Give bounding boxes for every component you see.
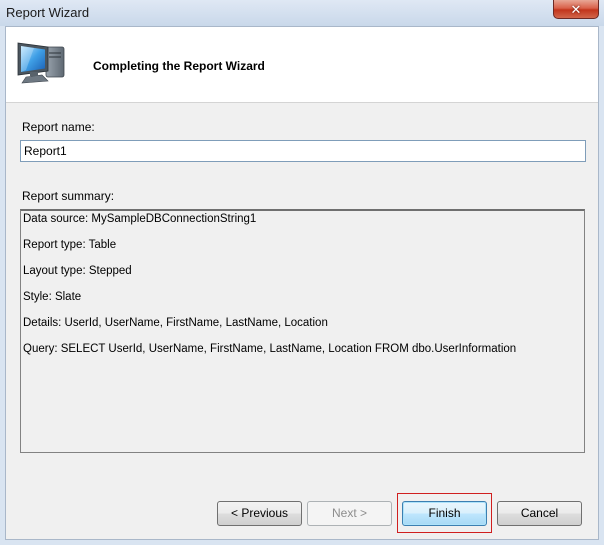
close-button[interactable]: ✕ — [553, 0, 599, 19]
next-button[interactable]: Next > — [307, 501, 392, 526]
report-name-input[interactable] — [20, 140, 586, 162]
summary-report-type: Report type: Table — [23, 239, 117, 251]
cancel-button[interactable]: Cancel — [497, 501, 582, 526]
title-bar: Report Wizard ✕ — [0, 0, 604, 26]
summary-layout-type: Layout type: Stepped — [23, 265, 132, 277]
computer-monitor-icon — [17, 42, 65, 84]
finish-button[interactable]: Finish — [402, 501, 487, 526]
window-title: Report Wizard — [6, 5, 90, 20]
report-name-label: Report name: — [22, 120, 95, 134]
summary-data-source: Data source: MySampleDBConnectionString1 — [23, 213, 257, 225]
previous-button[interactable]: < Previous — [217, 501, 302, 526]
wizard-client-area: Completing the Report Wizard Report name… — [5, 26, 599, 540]
summary-style: Style: Slate — [23, 291, 82, 303]
summary-details: Details: UserId, UserName, FirstName, La… — [23, 317, 328, 329]
report-wizard-window: Report Wizard ✕ Completing the Report Wi… — [0, 0, 604, 545]
report-summary-label: Report summary: — [22, 189, 115, 203]
summary-query: Query: SELECT UserId, UserName, FirstNam… — [23, 343, 517, 355]
close-icon: ✕ — [570, 1, 582, 17]
report-summary-box: Data source: MySampleDBConnectionString1… — [20, 209, 585, 453]
wizard-header: Completing the Report Wizard — [6, 27, 598, 103]
wizard-page-title: Completing the Report Wizard — [93, 59, 265, 73]
